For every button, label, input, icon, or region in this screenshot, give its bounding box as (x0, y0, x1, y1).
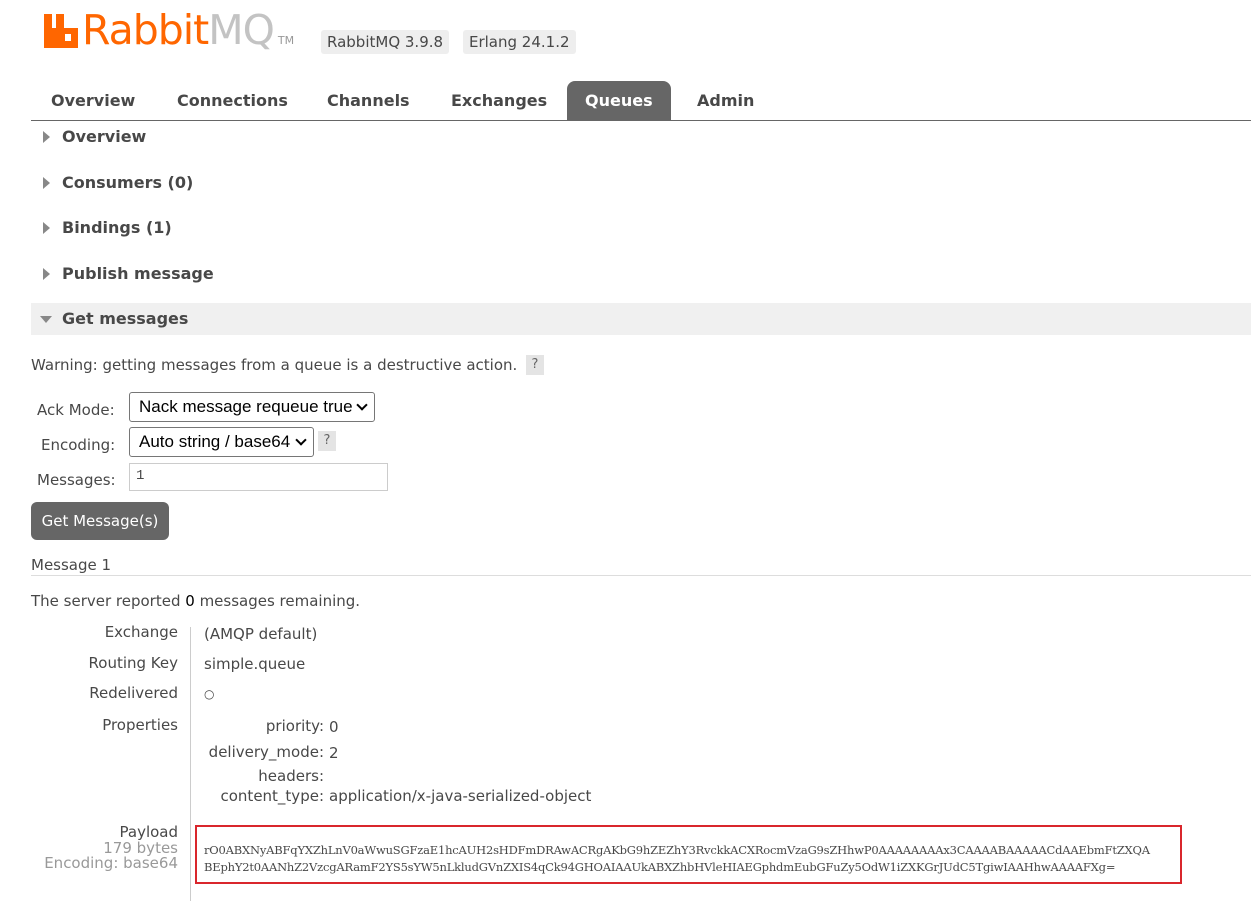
encoding-select[interactable]: Auto string / base64 (129, 427, 314, 457)
encoding-selected-value: Auto string / base64 (139, 432, 291, 451)
redelivered-label: Redelivered (89, 684, 178, 702)
expand-triangle-icon (43, 177, 50, 189)
routing-key-value: simple.queue (204, 655, 306, 673)
payload-line: rO0ABXNyABFqYXZhLnV0aWwuSGFzaE1hcAUH2sHD… (204, 843, 1150, 857)
message-heading: Message 1 (31, 556, 1251, 576)
delivery-mode-value: 2 (329, 744, 339, 762)
encoding-help-button[interactable]: ? (318, 431, 336, 451)
warning-help-button[interactable]: ? (526, 355, 544, 375)
section-title: Overview (62, 127, 147, 146)
tab-overview[interactable]: Overview (33, 81, 153, 120)
section-title: Bindings (1) (62, 218, 172, 237)
get-messages-button[interactable]: Get Message(s) (31, 502, 169, 540)
tab-channels[interactable]: Channels (309, 81, 428, 120)
tab-queues[interactable]: Queues (567, 81, 671, 120)
rabbitmq-logo[interactable]: RabbitMQ TM (44, 9, 294, 51)
tab-admin[interactable]: Admin (679, 81, 772, 120)
tab-connections[interactable]: Connections (159, 81, 306, 120)
section-get-messages[interactable]: Get messages (31, 303, 1251, 335)
payload-encoding: Encoding: base64 (44, 854, 178, 872)
section-bindings[interactable]: Bindings (1) (31, 212, 1251, 244)
chevron-down-icon (356, 399, 368, 411)
remaining-count: 0 (185, 592, 195, 610)
payload-content: rO0ABXNyABFqYXZhLnV0aWwuSGFzaE1hcAUH2sHD… (195, 825, 1182, 884)
expand-triangle-icon (43, 222, 50, 234)
exchange-value: (AMQP default) (204, 625, 318, 643)
content-type-value: application/x-java-serialized-object (329, 787, 592, 805)
main-nav-tabs: Overview Connections Channels Exchanges … (31, 81, 1251, 121)
encoding-label: Encoding: (41, 436, 116, 454)
trademark-symbol: TM (277, 34, 295, 47)
redelivered-value: ○ (204, 687, 215, 701)
message-table-divider (190, 627, 191, 901)
messages-count-input[interactable]: 1 (129, 463, 388, 491)
section-publish-message[interactable]: Publish message (31, 258, 1251, 290)
collapse-triangle-icon (40, 316, 52, 323)
ack-mode-select[interactable]: Nack message requeue true (129, 392, 375, 422)
priority-label: priority: (265, 717, 324, 735)
exchange-label: Exchange (104, 623, 178, 641)
priority-value: 0 (329, 718, 339, 736)
payload-line: BEphY2t0AANhZ2VzcgARamF2YS5sYW5nLkludGVn… (204, 860, 1116, 874)
content-type-label: content_type: (220, 787, 325, 805)
properties-label: Properties (102, 716, 178, 734)
expand-triangle-icon (43, 131, 50, 143)
headers-label: headers: (258, 767, 324, 785)
logo-wordmark: RabbitMQ (82, 6, 275, 54)
tab-exchanges[interactable]: Exchanges (433, 81, 565, 120)
expand-triangle-icon (43, 268, 50, 280)
ack-mode-selected-value: Nack message requeue true (139, 397, 353, 416)
routing-key-label: Routing Key (88, 654, 178, 672)
remaining-messages-note: The server reported 0 messages remaining… (31, 592, 361, 610)
section-overview[interactable]: Overview (31, 121, 1251, 153)
section-title: Consumers (0) (62, 173, 194, 192)
section-title: Publish message (62, 264, 214, 283)
section-consumers[interactable]: Consumers (0) (31, 167, 1251, 199)
delivery-mode-label: delivery_mode: (208, 743, 324, 761)
chevron-down-icon (295, 434, 307, 446)
rabbitmq-version-badge: RabbitMQ 3.9.8 (321, 30, 450, 54)
ack-mode-label: Ack Mode: (37, 401, 115, 419)
messages-label: Messages: (37, 471, 116, 489)
section-title: Get messages (62, 309, 189, 328)
erlang-version-badge: Erlang 24.1.2 (463, 30, 576, 54)
destructive-warning: Warning: getting messages from a queue i… (31, 356, 518, 374)
rabbitmq-logo-icon (44, 14, 78, 48)
